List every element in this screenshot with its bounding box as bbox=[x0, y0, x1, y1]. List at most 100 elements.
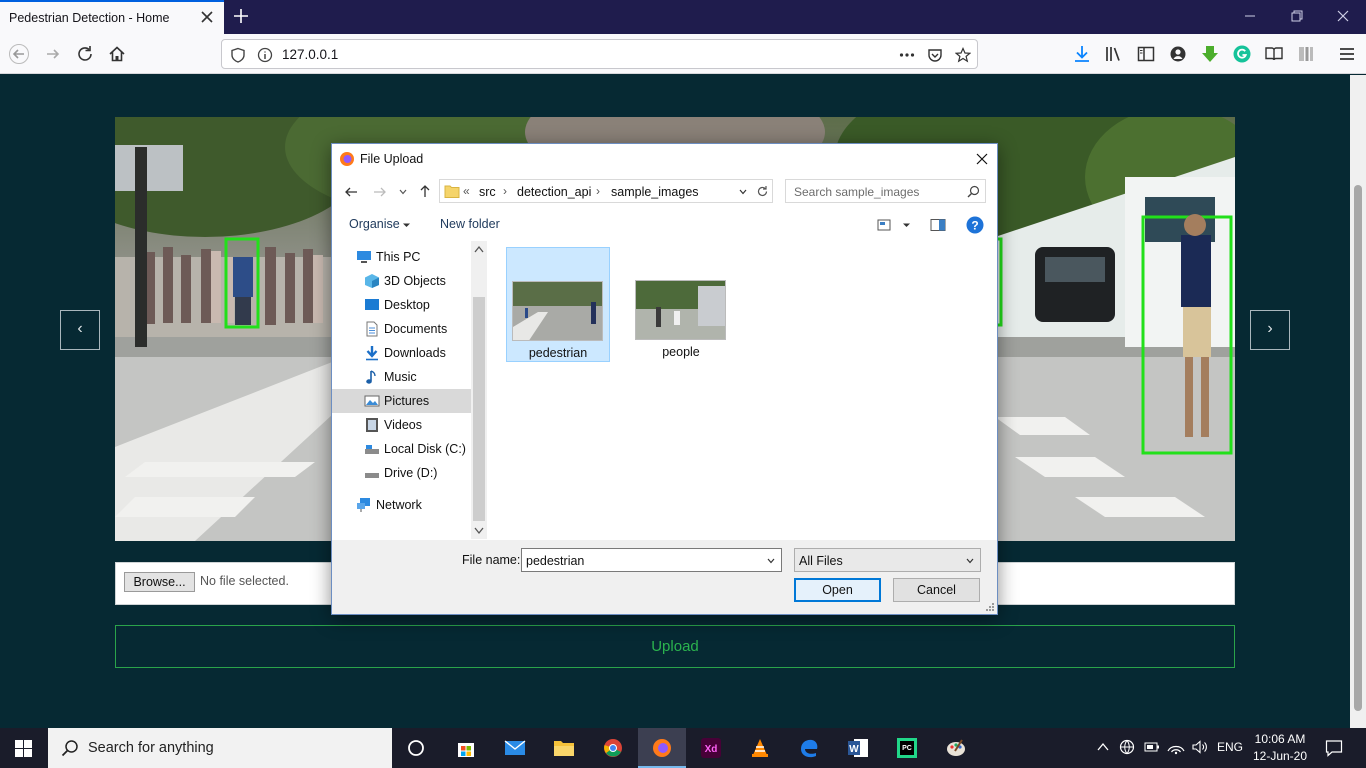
library-icon[interactable] bbox=[1104, 44, 1124, 64]
taskbar-app-word[interactable]: W bbox=[834, 728, 882, 768]
file-item-people[interactable]: people bbox=[630, 247, 734, 362]
scrollbar-thumb[interactable] bbox=[1354, 185, 1362, 711]
browser-tab[interactable]: Pedestrian Detection - Home bbox=[0, 0, 224, 34]
chevron-down-icon[interactable] bbox=[766, 556, 776, 566]
volume-icon[interactable] bbox=[1192, 739, 1208, 755]
show-hidden-icons-icon[interactable] bbox=[1097, 742, 1109, 752]
taskbar-app-paint[interactable] bbox=[932, 728, 980, 768]
address-bar[interactable]: 127.0.0.1 bbox=[221, 39, 978, 69]
chevron-down-icon[interactable] bbox=[402, 221, 411, 230]
file-item-pedestrian[interactable]: pedestrian bbox=[506, 247, 610, 362]
taskbar-app-pycharm[interactable]: PC bbox=[883, 728, 931, 768]
dialog-search-input[interactable]: Search sample_images bbox=[785, 179, 986, 203]
breadcrumb-overflow[interactable]: « bbox=[463, 184, 470, 198]
forward-arrow-icon[interactable] bbox=[373, 185, 387, 199]
clock-time[interactable]: 10:06 AM bbox=[1250, 732, 1310, 746]
file-name-input[interactable]: pedestrian bbox=[521, 548, 782, 572]
page-scrollbar[interactable] bbox=[1350, 75, 1366, 728]
resize-grip-icon[interactable] bbox=[985, 602, 995, 612]
info-icon[interactable] bbox=[257, 47, 273, 63]
view-dropdown-icon[interactable] bbox=[902, 221, 911, 230]
forward-icon[interactable] bbox=[43, 44, 63, 64]
shield-icon[interactable] bbox=[230, 47, 246, 63]
tree-item-videos[interactable]: Videos bbox=[332, 413, 471, 437]
organise-button[interactable]: Organise bbox=[349, 217, 400, 231]
page-actions-icon[interactable] bbox=[899, 47, 915, 63]
taskbar-app-firefox[interactable] bbox=[638, 728, 686, 768]
extension-icon[interactable] bbox=[1296, 44, 1316, 64]
notifications-icon[interactable] bbox=[1325, 739, 1343, 757]
taskbar-app-chrome[interactable] bbox=[589, 728, 637, 768]
taskbar-app-vlc[interactable] bbox=[736, 728, 784, 768]
sidebar-icon[interactable] bbox=[1136, 44, 1156, 64]
extension-download-icon[interactable] bbox=[1200, 44, 1220, 64]
window-close-icon[interactable] bbox=[1336, 9, 1350, 23]
download-icon[interactable] bbox=[1072, 44, 1092, 64]
menu-icon[interactable] bbox=[1337, 44, 1357, 64]
breadcrumb-item[interactable]: detection_api bbox=[517, 185, 591, 199]
globe-icon[interactable] bbox=[1119, 739, 1135, 755]
upload-button[interactable]: Upload bbox=[115, 625, 1235, 668]
tree-item-3d-objects[interactable]: 3D Objects bbox=[332, 269, 471, 293]
tree-item-local-disk[interactable]: Local Disk (C:) bbox=[332, 437, 471, 461]
start-button[interactable] bbox=[0, 728, 48, 768]
open-button[interactable]: Open bbox=[794, 578, 881, 602]
chevron-down-icon[interactable] bbox=[965, 556, 975, 566]
scroll-down-icon[interactable] bbox=[474, 527, 484, 535]
up-arrow-icon[interactable] bbox=[418, 184, 432, 198]
back-arrow-icon[interactable] bbox=[344, 185, 358, 199]
taskbar-search-box[interactable]: Search for anything bbox=[48, 728, 392, 768]
pocket-icon[interactable] bbox=[927, 47, 943, 63]
cancel-button[interactable]: Cancel bbox=[893, 578, 980, 602]
taskbar-app-file-explorer[interactable] bbox=[540, 728, 588, 768]
view-options-icon[interactable] bbox=[877, 218, 893, 232]
scrollbar-thumb[interactable] bbox=[473, 297, 485, 521]
back-icon[interactable] bbox=[9, 44, 29, 64]
taskbar-app-xd[interactable]: Xd bbox=[687, 728, 735, 768]
taskbar-app-store[interactable] bbox=[442, 728, 490, 768]
battery-icon[interactable] bbox=[1144, 740, 1160, 754]
new-tab-icon[interactable] bbox=[232, 7, 250, 25]
language-indicator[interactable]: ENG bbox=[1217, 740, 1243, 754]
file-type-select[interactable]: All Files bbox=[794, 548, 981, 572]
scroll-up-icon[interactable] bbox=[474, 245, 484, 253]
task-view-button[interactable] bbox=[392, 728, 440, 768]
home-icon[interactable] bbox=[107, 44, 127, 64]
clock-date[interactable]: 12-Jun-20 bbox=[1250, 749, 1310, 763]
recent-locations-icon[interactable] bbox=[398, 187, 408, 197]
taskbar-app-mail[interactable] bbox=[491, 728, 539, 768]
help-icon[interactable]: ? bbox=[966, 216, 984, 234]
breadcrumb-item[interactable]: src bbox=[479, 185, 496, 199]
carousel-prev-button[interactable]: ‹ bbox=[60, 310, 100, 350]
svg-text:?: ? bbox=[971, 219, 978, 233]
bookmark-star-icon[interactable] bbox=[955, 47, 971, 63]
address-dropdown-icon[interactable] bbox=[738, 187, 748, 197]
grammarly-icon[interactable] bbox=[1232, 44, 1252, 64]
browse-button[interactable]: Browse... bbox=[124, 572, 195, 592]
breadcrumb-item[interactable]: sample_images bbox=[611, 185, 699, 199]
tree-item-music[interactable]: Music bbox=[332, 365, 471, 389]
reload-icon[interactable] bbox=[75, 44, 95, 64]
tree-item-network[interactable]: Network bbox=[332, 493, 471, 517]
network-status-icon[interactable] bbox=[1167, 739, 1185, 755]
preview-pane-icon[interactable] bbox=[930, 218, 946, 232]
carousel-next-button[interactable]: › bbox=[1250, 310, 1290, 350]
new-folder-button[interactable]: New folder bbox=[440, 217, 500, 231]
account-icon[interactable] bbox=[1168, 44, 1188, 64]
reader-view-icon[interactable] bbox=[1264, 44, 1284, 64]
tab-close-icon[interactable] bbox=[200, 10, 214, 24]
restore-icon[interactable] bbox=[1290, 9, 1304, 23]
tree-item-downloads[interactable]: Downloads bbox=[332, 341, 471, 365]
tree-item-documents[interactable]: Documents bbox=[332, 317, 471, 341]
tree-item-drive-d[interactable]: Drive (D:) bbox=[332, 461, 471, 485]
refresh-icon[interactable] bbox=[756, 185, 769, 198]
search-icon[interactable] bbox=[967, 185, 980, 198]
taskbar-app-edge[interactable] bbox=[785, 728, 833, 768]
minimize-icon[interactable] bbox=[1243, 9, 1257, 23]
dialog-close-icon[interactable] bbox=[975, 152, 989, 166]
breadcrumb[interactable]: « src › detection_api › sample_images bbox=[439, 179, 773, 203]
tree-item-this-pc[interactable]: This PC bbox=[332, 245, 471, 269]
navigation-pane-scrollbar[interactable] bbox=[471, 241, 487, 539]
tree-item-desktop[interactable]: Desktop bbox=[332, 293, 471, 317]
tree-item-pictures[interactable]: Pictures bbox=[332, 389, 471, 413]
